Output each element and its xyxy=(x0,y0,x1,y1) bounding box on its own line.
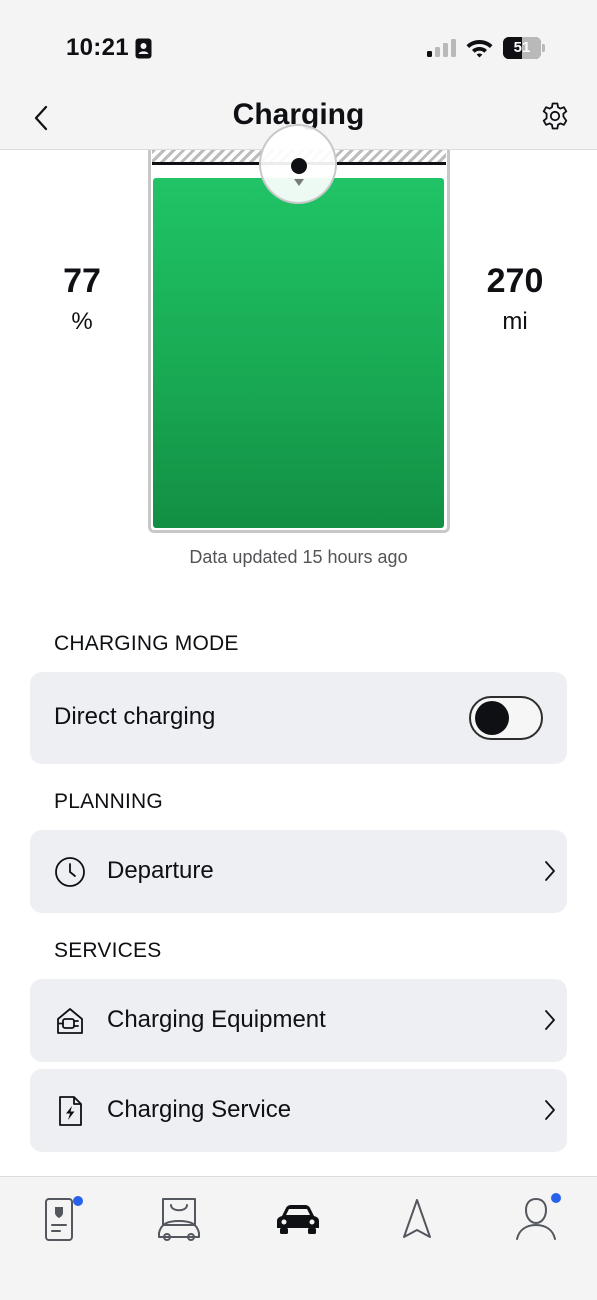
departure-label: Departure xyxy=(107,857,214,884)
settings-button[interactable] xyxy=(540,101,570,131)
charging-mode-section-title: CHARGING MODE xyxy=(54,632,239,655)
battery-cap xyxy=(542,44,545,52)
tab-vehicle[interactable] xyxy=(273,1195,323,1245)
battery-icon: 51 xyxy=(503,37,545,59)
caret-down-icon xyxy=(294,179,304,186)
charging-equipment-label: Charging Equipment xyxy=(107,1006,326,1033)
data-updated-text: Data updated 15 hours ago xyxy=(189,547,408,567)
notification-badge xyxy=(551,1193,561,1203)
tab-navigation[interactable] xyxy=(392,1195,442,1245)
shop-icon xyxy=(158,1198,200,1241)
planning-section-title: PLANNING xyxy=(54,790,163,813)
charging-service-row[interactable]: Charging Service xyxy=(30,1069,567,1152)
tab-phone-key[interactable] xyxy=(35,1195,85,1245)
toggle-thumb xyxy=(475,701,509,735)
tab-shop[interactable] xyxy=(154,1195,204,1245)
bottom-tab-bar xyxy=(0,1176,597,1300)
navigation-arrow-icon xyxy=(403,1199,431,1238)
battery-charge-visual xyxy=(148,124,450,533)
charging-equipment-row[interactable]: Charging Equipment xyxy=(30,979,567,1062)
gear-icon xyxy=(542,102,568,130)
range-value: 270 xyxy=(486,262,544,300)
charging-service-label: Charging Service xyxy=(107,1096,292,1123)
charging-equipment-icon xyxy=(54,1005,86,1037)
direct-charging-label: Direct charging xyxy=(54,703,216,730)
direct-charging-toggle[interactable] xyxy=(469,696,543,740)
cellular-signal-icon xyxy=(426,38,458,58)
services-section-title: SERVICES xyxy=(54,939,162,962)
car-icon xyxy=(277,1205,319,1234)
range-unit: mi xyxy=(502,308,528,335)
charging-service-document-icon xyxy=(54,1095,86,1127)
status-bar: 10:21 51 xyxy=(0,0,597,90)
battery-charge-fill xyxy=(153,178,444,528)
id-card-icon xyxy=(135,38,152,59)
departure-row[interactable]: Departure xyxy=(30,830,567,913)
direct-charging-card: Direct charging xyxy=(30,672,567,764)
status-time: 10:21 xyxy=(66,34,129,61)
state-of-charge-unit: % xyxy=(71,308,93,335)
wifi-icon xyxy=(466,37,493,58)
battery-level-text: 51 xyxy=(513,39,531,56)
chevron-right-icon xyxy=(543,860,557,882)
tab-profile[interactable] xyxy=(511,1193,561,1245)
charge-target-handle[interactable] xyxy=(259,124,337,204)
clock-icon xyxy=(54,856,86,888)
handle-dot xyxy=(291,158,307,174)
state-of-charge-value: 77 xyxy=(63,262,101,300)
chevron-right-icon xyxy=(543,1009,557,1031)
notification-badge xyxy=(73,1196,83,1206)
chevron-right-icon xyxy=(543,1099,557,1121)
